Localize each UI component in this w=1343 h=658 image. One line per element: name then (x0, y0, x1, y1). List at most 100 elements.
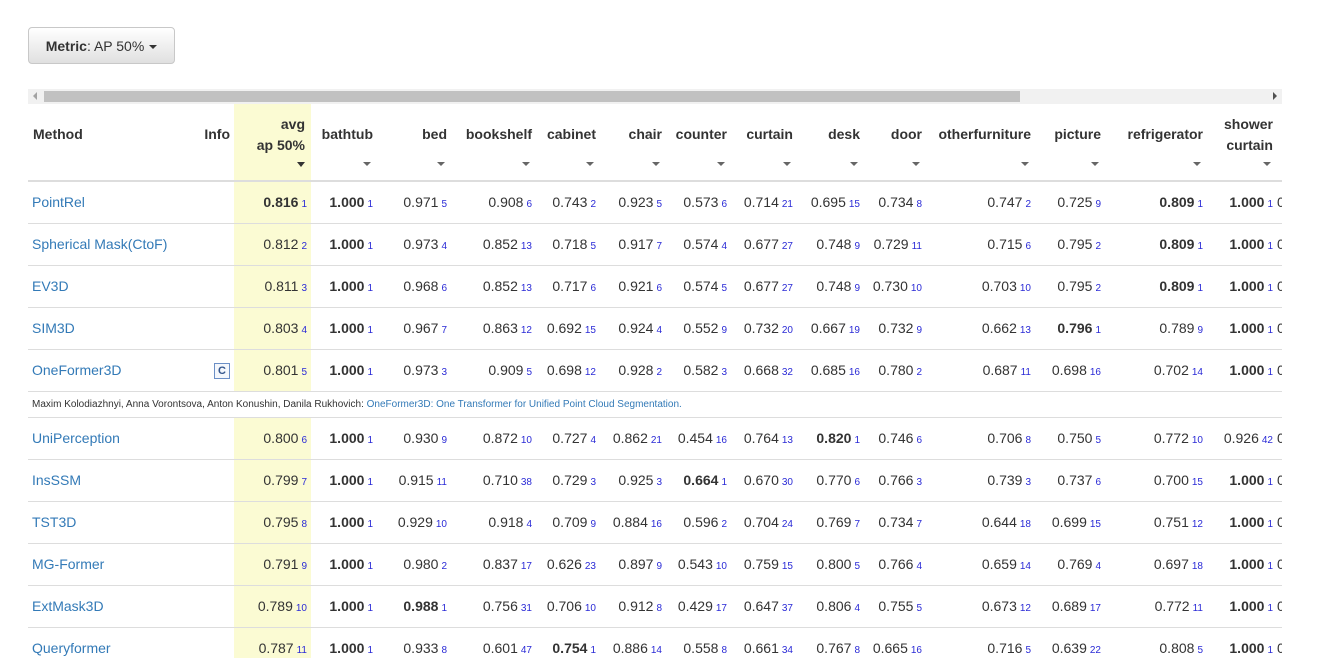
sort-icon (652, 162, 660, 166)
door-cell: 0.665 16 (864, 626, 926, 658)
picture-cell: 0.699 15 (1035, 500, 1105, 543)
method-cell: InsSSM (28, 458, 198, 501)
bookshelf-cell: 0.852 13 (451, 222, 536, 265)
bed-cell: 0.973 3 (377, 348, 451, 391)
method-link[interactable]: PointRel (32, 194, 85, 210)
column-header-refrigerator[interactable]: refrigerator (1105, 104, 1207, 182)
picture-cell: 0.750 5 (1035, 416, 1105, 459)
method-cell: PointRel (28, 180, 198, 223)
column-header-shower-curtain[interactable]: shower curtain (1207, 104, 1277, 182)
column-header-picture[interactable]: picture (1035, 104, 1105, 182)
column-header-curtain[interactable]: curtain (731, 104, 797, 182)
scroll-right-arrow-icon[interactable] (1273, 92, 1277, 100)
method-link[interactable]: MG-Former (32, 556, 104, 572)
publication-authors: Maxim Kolodiazhnyi, Anna Vorontsova, Ant… (32, 398, 367, 410)
cabinet-cell: 0.709 9 (536, 500, 600, 543)
curtain-cell: 0.647 37 (731, 584, 797, 627)
shower-cell: 1.000 1 (1207, 626, 1277, 658)
column-header-info[interactable]: Info (198, 104, 234, 182)
method-link[interactable]: EV3D (32, 278, 69, 294)
code-badge-icon[interactable]: C (214, 363, 230, 379)
chair-cell: 0.912 8 (600, 584, 666, 627)
info-cell (198, 500, 234, 543)
publication-cell: Maxim Kolodiazhnyi, Anna Vorontsova, Ant… (28, 390, 1282, 417)
refrigerator-cell: 0.700 15 (1105, 458, 1207, 501)
desk-cell: 0.800 5 (797, 542, 864, 585)
truncated-cell: 0 (1277, 500, 1282, 543)
shower-cell: 1.000 1 (1207, 180, 1277, 223)
chair-cell: 0.884 16 (600, 500, 666, 543)
cabinet-cell: 0.717 6 (536, 264, 600, 307)
method-link[interactable]: SIM3D (32, 320, 75, 336)
truncated-cell: 0 (1277, 222, 1282, 265)
column-header-cabinet[interactable]: cabinet (536, 104, 600, 182)
column-header-otherfurniture[interactable]: otherfurniture (926, 104, 1035, 182)
bathtub-cell: 1.000 1 (311, 584, 377, 627)
counter-cell: 0.573 6 (666, 180, 731, 223)
column-header-cut[interactable] (1277, 104, 1282, 182)
column-header-method[interactable]: Method (28, 104, 198, 182)
shower-cell: 1.000 1 (1207, 500, 1277, 543)
method-link[interactable]: Queryformer (32, 640, 111, 656)
shower-cell: 1.000 1 (1207, 306, 1277, 349)
door-cell: 0.730 10 (864, 264, 926, 307)
column-header-desk[interactable]: desk (797, 104, 864, 182)
avg-ap50-cell: 0.791 9 (234, 542, 311, 585)
table-row: MG-Former 0.791 9 1.000 1 0.980 2 0.837 17 0.626 2… (28, 542, 1282, 585)
cabinet-cell: 0.692 15 (536, 306, 600, 349)
info-cell (198, 264, 234, 307)
column-header-chair[interactable]: chair (600, 104, 666, 182)
column-header-avg-ap50[interactable]: avg ap 50% (234, 104, 311, 182)
sort-icon (1193, 162, 1201, 166)
results-table-container: Method Info avg ap 50% bathtub bed booksh… (28, 104, 1282, 658)
curtain-cell: 0.704 24 (731, 500, 797, 543)
chair-cell: 0.925 3 (600, 458, 666, 501)
scroll-left-arrow-icon[interactable] (33, 92, 37, 100)
method-link[interactable]: OneFormer3D (32, 362, 121, 378)
refrigerator-cell: 0.789 9 (1105, 306, 1207, 349)
chair-cell: 0.928 2 (600, 348, 666, 391)
metric-dropdown-button[interactable]: Metric : AP 50% (28, 27, 175, 64)
bathtub-cell: 1.000 1 (311, 348, 377, 391)
desk-cell: 0.685 16 (797, 348, 864, 391)
truncated-cell: 0 (1277, 626, 1282, 658)
publication-link[interactable]: OneFormer3D: One Transformer for Unified… (367, 399, 682, 410)
truncated-cell: 0. (1277, 584, 1282, 627)
bookshelf-cell: 0.852 13 (451, 264, 536, 307)
table-row: EV3D 0.811 3 1.000 1 0.968 6 0.852 13 0.717 6 0.921… (28, 264, 1282, 307)
door-cell: 0.734 8 (864, 180, 926, 223)
column-header-counter[interactable]: counter (666, 104, 731, 182)
shower-cell: 1.000 1 (1207, 542, 1277, 585)
avg-ap50-cell: 0.800 6 (234, 416, 311, 459)
horizontal-scrollbar[interactable] (28, 89, 1282, 104)
refrigerator-cell: 0.702 14 (1105, 348, 1207, 391)
counter-cell: 0.582 3 (666, 348, 731, 391)
desk-cell: 0.667 19 (797, 306, 864, 349)
otherfurniture-cell: 0.662 13 (926, 306, 1035, 349)
sort-icon (1021, 162, 1029, 166)
method-link[interactable]: TST3D (32, 514, 76, 530)
table-row: OneFormer3D C 0.801 5 1.000 1 0.973 3 0.909 5 0.69… (28, 348, 1282, 391)
sort-icon (522, 162, 530, 166)
column-header-bed[interactable]: bed (377, 104, 451, 182)
method-link[interactable]: ExtMask3D (32, 598, 104, 614)
otherfurniture-cell: 0.747 2 (926, 180, 1035, 223)
method-cell: Queryformer (28, 626, 198, 658)
bed-cell: 0.973 4 (377, 222, 451, 265)
caret-down-icon (149, 44, 158, 49)
column-header-bathtub[interactable]: bathtub (311, 104, 377, 182)
otherfurniture-cell: 0.673 12 (926, 584, 1035, 627)
scrollbar-thumb[interactable] (44, 91, 1020, 102)
truncated-cell: 0 (1277, 180, 1282, 223)
curtain-cell: 0.661 34 (731, 626, 797, 658)
method-link[interactable]: UniPerception (32, 430, 120, 446)
bookshelf-cell: 0.863 12 (451, 306, 536, 349)
column-header-door[interactable]: door (864, 104, 926, 182)
avg-ap50-cell: 0.799 7 (234, 458, 311, 501)
column-header-bookshelf[interactable]: bookshelf (451, 104, 536, 182)
picture-cell: 0.689 17 (1035, 584, 1105, 627)
method-link[interactable]: InsSSM (32, 472, 81, 488)
bookshelf-cell: 0.908 6 (451, 180, 536, 223)
info-cell: C (198, 348, 234, 391)
method-link[interactable]: Spherical Mask(CtoF) (32, 236, 167, 252)
